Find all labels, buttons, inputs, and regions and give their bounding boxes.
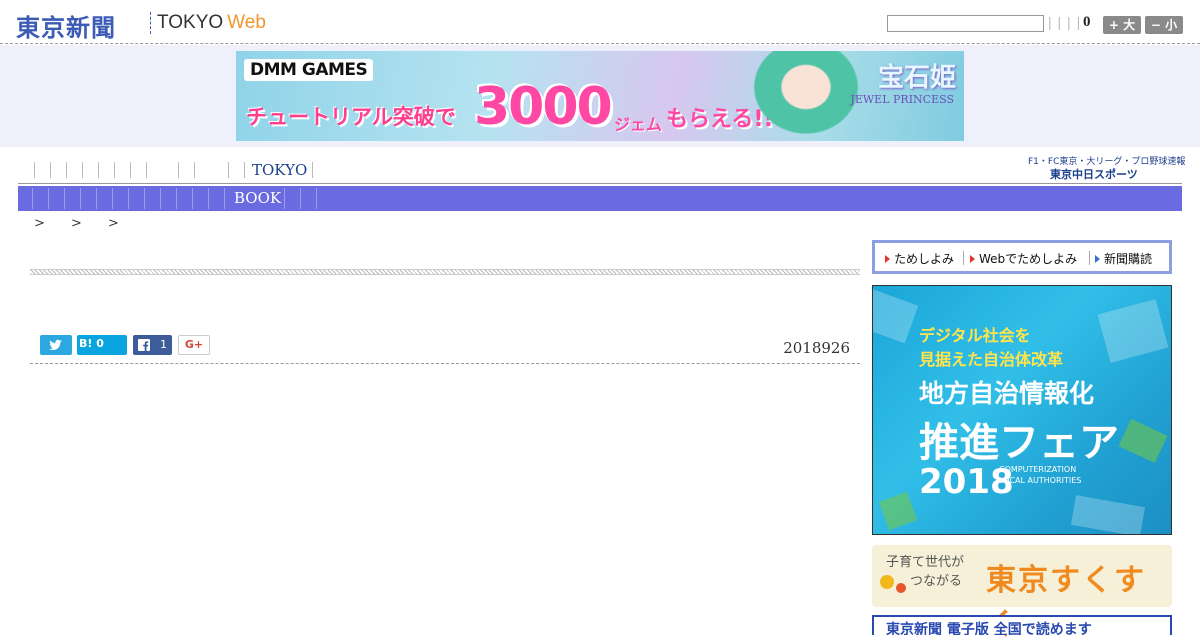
sidebar-tab-label: Webでためしよみ xyxy=(979,252,1078,266)
tokyo-sukusuku-banner[interactable]: 子育て世代がつながる 東京すくすく xyxy=(872,545,1172,642)
nav-item[interactable] xyxy=(34,162,35,178)
nav-item[interactable] xyxy=(82,162,83,178)
flower-icon xyxy=(880,575,894,589)
ad-decoration xyxy=(1118,418,1168,464)
ad-english: COMPUTERIZATION LOCAL AUTHORITIES xyxy=(999,465,1082,485)
article-title-rule xyxy=(30,269,860,275)
subnav-item[interactable] xyxy=(144,188,145,209)
ad-line-3: 地方自治情報化 xyxy=(919,379,1095,408)
sukusuku-tagline: 子育て世代がつながる xyxy=(886,553,964,591)
subnav-item[interactable] xyxy=(208,188,209,209)
font-size-larger-button[interactable]: + 大 xyxy=(1103,16,1141,34)
banner-text-left: チュートリアル突破で xyxy=(246,105,456,129)
site-header: 東京新聞 TOKYO Web | | | | 0 + 大 − 小 xyxy=(0,0,1200,44)
ad-decoration xyxy=(1070,495,1146,534)
banner-number: 3000 xyxy=(474,77,613,137)
subnav-item[interactable] xyxy=(300,188,301,209)
banner-subtitle: JEWEL PRINCESS xyxy=(850,93,954,106)
ad-decoration xyxy=(873,288,919,344)
banner-title: 宝石姫 xyxy=(877,63,956,93)
nav-item[interactable] xyxy=(66,162,67,178)
sidebar-tab-tameshiyomi[interactable]: ためしよみ xyxy=(885,250,954,267)
subnav-item[interactable] xyxy=(284,188,285,209)
subnav-item[interactable] xyxy=(64,188,65,209)
orange-triangle-icon xyxy=(970,255,975,263)
sidebar-tab-subscribe[interactable]: 新聞購読 xyxy=(1095,250,1152,267)
subnav-item[interactable] xyxy=(160,188,161,209)
subnav-item[interactable] xyxy=(80,188,81,209)
facebook-icon xyxy=(138,339,150,351)
dmm-games-banner-ad[interactable]: DMM GAMES チュートリアル突破で 3000 ジェム もらえる!! 宝石姫… xyxy=(236,51,964,141)
logo-divider xyxy=(150,12,151,34)
subnav-divider xyxy=(316,188,317,209)
chunichi-sports-logo[interactable]: 東京中日スポーツ xyxy=(1050,166,1138,182)
subnav-item[interactable] xyxy=(96,188,97,209)
nav-divider xyxy=(312,162,313,178)
hatena-bookmark-button[interactable]: B! 0 xyxy=(77,335,127,355)
ad-line-4: 推進フェア xyxy=(919,420,1119,466)
tokyo-shimbun-logo[interactable]: 東京新聞 xyxy=(16,8,116,43)
ad-line-2: 見据えた自治体改革 xyxy=(919,350,1064,369)
nav-item[interactable] xyxy=(50,162,51,178)
tokyo-web-logo[interactable]: TOKYO Web xyxy=(157,12,266,34)
subnav-item[interactable] xyxy=(224,188,225,209)
article-divider xyxy=(30,363,860,364)
sidebar-tab-bar: ためしよみ Webでためしよみ 新聞購読 xyxy=(872,240,1172,274)
nav-item[interactable] xyxy=(114,162,115,178)
google-plus-share-button[interactable]: G+ xyxy=(178,335,210,355)
sidebar-tab-label: 新聞購読 xyxy=(1104,252,1153,266)
logo-web-text: Web xyxy=(227,12,266,33)
nav-item[interactable] xyxy=(130,162,131,178)
facebook-share-button[interactable]: 1 xyxy=(133,335,172,355)
blue-triangle-icon xyxy=(1095,255,1100,263)
twitter-share-button[interactable] xyxy=(40,335,72,355)
twitter-icon xyxy=(49,339,62,351)
primary-nav: TOKYO xyxy=(18,150,1182,184)
nav-item-tokyo[interactable]: TOKYO xyxy=(252,161,307,179)
banner-unit: ジェム xyxy=(614,115,663,134)
subnav-item[interactable] xyxy=(128,188,129,209)
ad-line-1: デジタル社会を xyxy=(919,326,1031,345)
ad-decoration xyxy=(878,491,918,531)
secondary-nav: BOOK xyxy=(18,186,1182,211)
subnav-item[interactable] xyxy=(112,188,113,209)
search-input[interactable] xyxy=(887,15,1044,32)
tab-divider xyxy=(963,251,964,265)
header-count: 0 xyxy=(1083,14,1091,30)
subnav-item[interactable] xyxy=(176,188,177,209)
nav-item[interactable] xyxy=(228,162,229,178)
digital-banner-text: 東京新聞 電子版 全国で読めます xyxy=(886,622,1092,635)
banner-character-image xyxy=(746,51,866,141)
tab-divider xyxy=(1089,251,1090,265)
ad-decoration xyxy=(1097,299,1169,363)
header-pipes: | | | | xyxy=(1048,14,1082,30)
subnav-item[interactable] xyxy=(48,188,49,209)
facebook-count: 1 xyxy=(160,338,167,351)
banner-brand: DMM GAMES xyxy=(244,59,374,81)
tokyo-shimbun-digital-banner[interactable]: 東京新聞 電子版 全国で読めます xyxy=(872,615,1172,635)
breadcrumb[interactable]: > > > xyxy=(34,216,119,231)
nav-item[interactable] xyxy=(244,162,245,178)
nav-item[interactable] xyxy=(178,162,179,178)
red-triangle-icon xyxy=(885,255,890,263)
subnav-item[interactable] xyxy=(192,188,193,209)
local-gov-fair-ad[interactable]: デジタル社会を 見据えた自治体改革 地方自治情報化 推進フェア 2018 COM… xyxy=(872,285,1172,535)
subnav-item-book[interactable]: BOOK xyxy=(234,189,281,207)
nav-item[interactable] xyxy=(194,162,195,178)
article-date: 2018926 xyxy=(783,339,850,357)
top-ad-band: DMM GAMES チュートリアル突破で 3000 ジェム もらえる!! 宝石姫… xyxy=(0,45,1200,147)
logo-tokyo-text: TOKYO xyxy=(157,12,224,33)
nav-item[interactable] xyxy=(98,162,99,178)
subnav-item[interactable] xyxy=(32,188,33,209)
font-size-smaller-button[interactable]: − 小 xyxy=(1145,16,1183,34)
sidebar-tab-web-tameshiyomi[interactable]: Webでためしよみ xyxy=(970,250,1077,267)
sidebar-tab-label: ためしよみ xyxy=(894,252,955,266)
nav-item[interactable] xyxy=(146,162,147,178)
sukusuku-tagline-2: つながる xyxy=(910,574,963,589)
sukusuku-tagline-1: 子育て世代が xyxy=(886,555,965,570)
